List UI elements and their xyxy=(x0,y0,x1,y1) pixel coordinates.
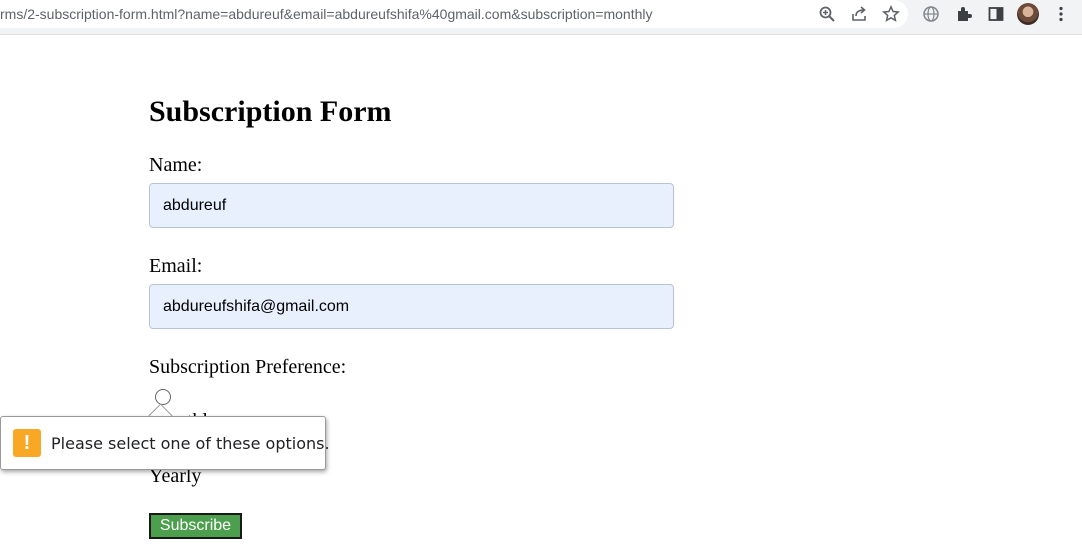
globe-icon[interactable] xyxy=(922,5,940,23)
subscription-preference-label: Subscription Preference: xyxy=(149,356,347,378)
page-title: Subscription Form xyxy=(149,95,392,128)
address-bar[interactable]: rms/2-subscription-form.html?name=abdure… xyxy=(0,0,908,28)
zoom-icon[interactable] xyxy=(818,5,836,23)
name-input[interactable] xyxy=(149,183,674,228)
validation-bubble: ! Please select one of these options. xyxy=(0,416,330,470)
star-icon[interactable] xyxy=(882,5,900,23)
email-input[interactable] xyxy=(149,284,674,329)
name-label: Name: xyxy=(149,154,203,176)
url-text[interactable]: rms/2-subscription-form.html?name=abdure… xyxy=(0,6,652,22)
share-icon[interactable] xyxy=(850,5,868,23)
warning-icon: ! xyxy=(13,429,41,457)
extensions-icon[interactable] xyxy=(955,5,973,23)
browser-toolbar: rms/2-subscription-form.html?name=abdure… xyxy=(0,0,1082,35)
sidepanel-icon[interactable] xyxy=(987,5,1005,23)
subscribe-button[interactable]: Subscribe xyxy=(149,513,242,539)
avatar[interactable] xyxy=(1017,3,1039,25)
validation-message: Please select one of these options. xyxy=(51,434,330,453)
radio-monthly[interactable] xyxy=(155,389,171,405)
email-label: Email: xyxy=(149,255,203,277)
menu-icon[interactable] xyxy=(1052,5,1070,23)
